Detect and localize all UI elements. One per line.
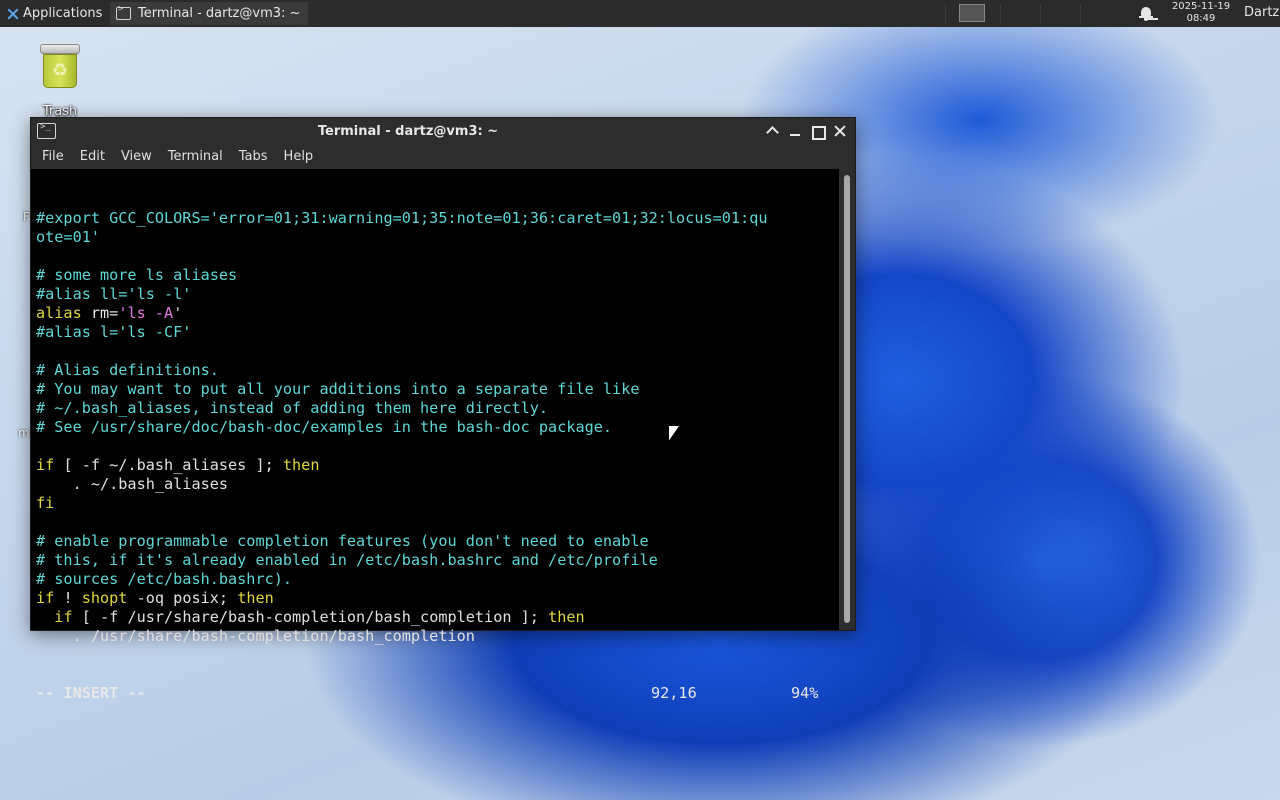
panel-separator xyxy=(1000,4,1001,23)
desktop-trash[interactable]: Trash xyxy=(30,42,90,119)
code-token: then xyxy=(548,608,585,626)
menu-terminal[interactable]: Terminal xyxy=(160,145,231,169)
panel-clock[interactable]: 2025-11-19 08:49 xyxy=(1166,1,1236,25)
shade-window-button[interactable] xyxy=(763,122,781,140)
editor-line: # some more ls aliases xyxy=(36,266,839,285)
window-titlebar[interactable]: Terminal - dartz@vm3: ~ xyxy=(31,118,855,145)
code-token: . ~/.bash_aliases xyxy=(36,475,229,493)
code-token: then xyxy=(282,456,320,474)
top-panel: Applications Terminal - dartz@vm3: ~ 202… xyxy=(0,0,1280,27)
code-token: if xyxy=(36,589,55,607)
panel-separator xyxy=(1040,4,1041,23)
code-token: fi xyxy=(36,494,55,512)
editor-line: alias rm='ls -A' xyxy=(36,304,839,323)
text-cursor: ' xyxy=(173,304,183,322)
desktop-icon-label-partial: m xyxy=(18,426,30,440)
window-title: Terminal - dartz@vm3: ~ xyxy=(317,124,499,139)
code-token: [ -f ~/.bash_aliases ]; xyxy=(54,456,283,474)
terminal-scrollbar[interactable] xyxy=(839,169,855,630)
applications-label: Applications xyxy=(23,6,103,21)
code-token: # Alias definitions. xyxy=(36,361,219,379)
terminal-window: Terminal - dartz@vm3: ~ File Edit View T… xyxy=(30,117,856,702)
code-token: . /usr/share/bash-completion/bash_comple… xyxy=(36,627,475,645)
code-token: -oq posix; xyxy=(127,589,238,607)
vim-mode-indicator: -- INSERT -- xyxy=(36,684,146,702)
code-token: shopt xyxy=(81,589,128,607)
scrollbar-thumb[interactable] xyxy=(844,175,850,623)
vim-status-line: -- INSERT -- 92,16 94% xyxy=(36,684,839,703)
applications-menu-button[interactable]: Applications xyxy=(2,3,106,24)
editor-line: if ! shopt -oq posix; then xyxy=(36,589,839,608)
menu-edit[interactable]: Edit xyxy=(72,145,113,169)
close-button[interactable] xyxy=(831,122,849,140)
editor-line: #alias ll='ls -l' xyxy=(36,285,839,304)
editor-line: # See /usr/share/doc/bash-doc/examples i… xyxy=(36,418,839,437)
taskbar-terminal-button[interactable]: Terminal - dartz@vm3: ~ xyxy=(110,2,308,25)
code-token: rm xyxy=(90,304,110,322)
code-token: # See /usr/share/doc/bash-doc/examples i… xyxy=(36,418,613,436)
code-token: # this, if it's already enabled in /etc/… xyxy=(36,551,658,569)
code-token: # ~/.bash_aliases, instead of adding the… xyxy=(36,399,549,417)
editor-line: # ~/.bash_aliases, instead of adding the… xyxy=(36,399,839,418)
cursor-position: 92,16 xyxy=(651,684,697,702)
editor-line: if [ -f ~/.bash_aliases ]; then xyxy=(36,456,839,475)
editor-line: # You may want to put all your additions… xyxy=(36,380,839,399)
notification-bell-icon[interactable] xyxy=(1139,6,1153,21)
code-token: [ -f /usr/share/bash-completion/bash_com… xyxy=(72,608,549,626)
code-token: # enable programmable completion feature… xyxy=(36,532,649,550)
code-token: = xyxy=(109,304,119,322)
terminal-icon xyxy=(116,4,131,20)
workspace-switcher[interactable] xyxy=(959,4,985,22)
editor-line: fi xyxy=(36,494,839,513)
editor-line: #export GCC_COLORS='error=01;31:warning=… xyxy=(36,209,839,228)
code-token: # You may want to put all your additions… xyxy=(36,380,640,398)
editor-line: # enable programmable completion feature… xyxy=(36,532,839,551)
user-menu[interactable]: Dartz xyxy=(1244,5,1279,20)
code-token: if xyxy=(36,456,55,474)
editor-line: # this, if it's already enabled in /etc/… xyxy=(36,551,839,570)
menu-file[interactable]: File xyxy=(34,145,72,169)
editor-line: . /usr/share/bash-completion/bash_comple… xyxy=(36,627,839,646)
code-token: ! xyxy=(54,589,82,607)
code-token: #alias ll='ls -l' xyxy=(36,285,192,303)
menu-tabs[interactable]: Tabs xyxy=(231,145,276,169)
code-token: #export GCC_COLORS='error=01;31:warning=… xyxy=(36,209,768,227)
menu-bar: File Edit View Terminal Tabs Help xyxy=(31,145,855,169)
editor-line: # Alias definitions. xyxy=(36,361,839,380)
editor-line: . ~/.bash_aliases xyxy=(36,475,839,494)
desktop-icon-label-partial: F xyxy=(23,210,30,224)
code-token: if xyxy=(54,608,73,626)
menu-view[interactable]: View xyxy=(113,145,160,169)
code-token: #alias l='ls -CF' xyxy=(36,323,192,341)
xfce-logo-icon xyxy=(6,7,20,21)
clock-time: 08:49 xyxy=(1186,13,1216,24)
clock-date: 2025-11-19 xyxy=(1171,1,1231,12)
editor-line: #alias l='ls -CF' xyxy=(36,323,839,342)
vim-buffer[interactable]: #export GCC_COLORS='error=01;31:warning=… xyxy=(36,209,839,646)
editor-line: # sources /etc/bash.bashrc). xyxy=(36,570,839,589)
editor-line: if [ -f /usr/share/bash-completion/bash_… xyxy=(36,608,839,627)
code-token: ote=01' xyxy=(36,228,101,246)
editor-line: ote=01' xyxy=(36,228,839,247)
menu-help[interactable]: Help xyxy=(276,145,322,169)
panel-separator xyxy=(1080,4,1081,23)
panel-separator xyxy=(945,4,946,23)
code-token: alias xyxy=(36,304,91,322)
file-percent: 94% xyxy=(791,684,819,702)
trash-icon xyxy=(38,42,82,90)
minimize-button[interactable] xyxy=(786,122,804,140)
code-token: # sources /etc/bash.bashrc). xyxy=(36,570,293,588)
code-token: then xyxy=(237,589,274,607)
terminal-text-area[interactable]: #export GCC_COLORS='error=01;31:warning=… xyxy=(31,169,839,702)
maximize-button[interactable] xyxy=(808,122,826,140)
code-token: 'ls -A xyxy=(118,304,174,322)
code-token: # some more ls aliases xyxy=(36,266,238,284)
taskbar-terminal-label: Terminal - dartz@vm3: ~ xyxy=(138,6,301,21)
